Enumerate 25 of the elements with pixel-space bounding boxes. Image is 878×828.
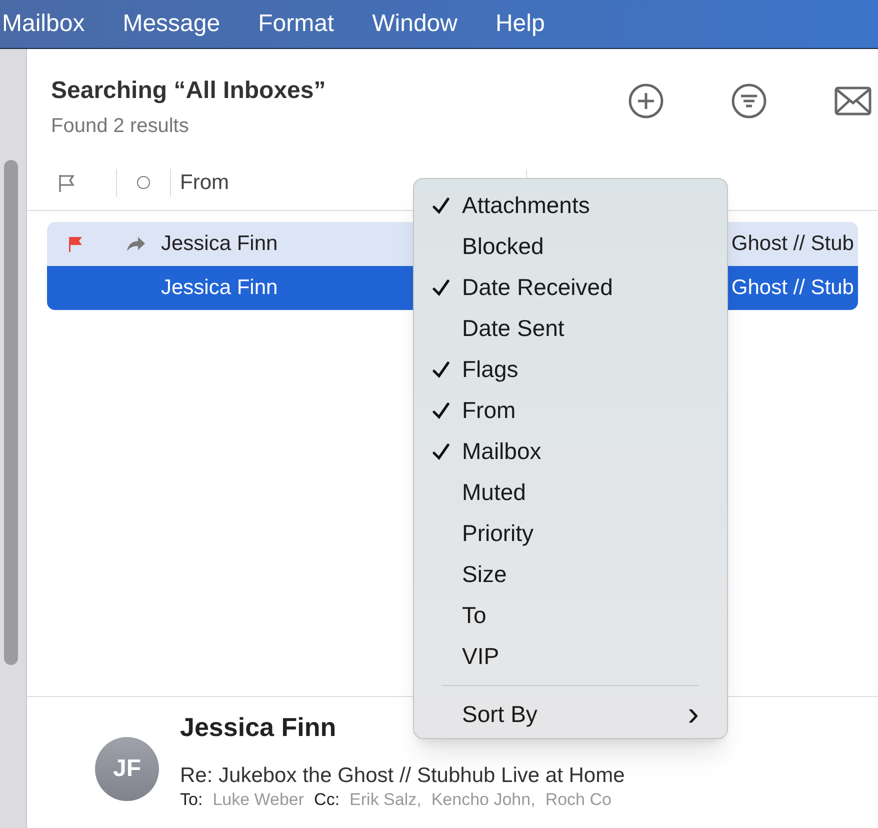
message-subject: Re: Jukebox the Ghost // Stubhub Live at Home	[180, 763, 625, 789]
subject-cell-text: Ghost // Stub	[731, 275, 855, 302]
menu-item-label: Mailbox	[462, 437, 542, 466]
menu-item-label: Sort By	[462, 700, 538, 729]
sender-name: Jessica Finn	[180, 711, 336, 743]
menu-item-label: Date Received	[462, 273, 613, 302]
menu-item-label: Attachments	[462, 191, 590, 220]
menu-item-label: Priority	[462, 519, 534, 548]
menu-item-label: From	[462, 396, 516, 426]
menu-item-label: Date Sent	[462, 314, 564, 344]
recipient-label: To:	[180, 789, 203, 811]
sender-cell-text: Jessica Finn	[161, 231, 279, 258]
avatar: JF	[95, 737, 159, 801]
menu-item-label: To	[462, 601, 486, 630]
subject-cell-text: Ghost // Stub	[731, 231, 855, 258]
recipient-label: Cc:	[314, 789, 340, 811]
menu-item-label: Size	[462, 560, 507, 590]
menu-item-label: Muted	[462, 478, 526, 508]
search-title: Searching “All Inboxes”	[51, 76, 326, 106]
chevron-icon: ›	[688, 699, 699, 729]
sender-cell-text: Jessica Finn	[161, 275, 279, 302]
menu-item-label: VIP	[462, 642, 500, 672]
result-count: Found 2 results	[51, 114, 190, 139]
menu-item-label: Flags	[462, 355, 518, 384]
menu-item-label: Blocked	[462, 232, 544, 262]
